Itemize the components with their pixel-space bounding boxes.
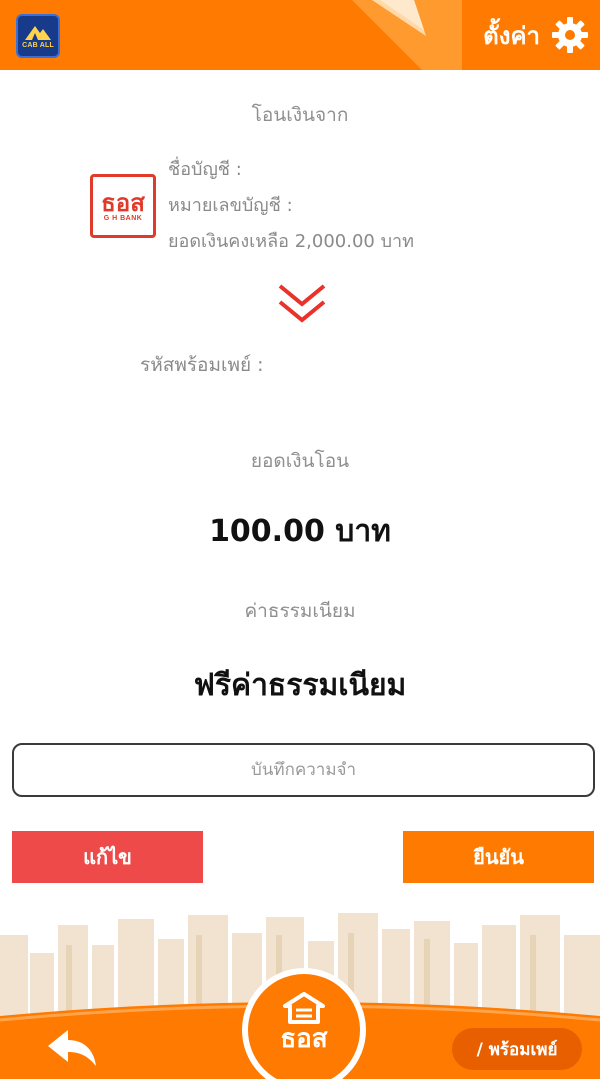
settings-label: ตั้งค่า <box>483 21 540 50</box>
account-name-label: ชื่อบัญชี : <box>168 159 242 180</box>
transfer-from-title: โอนเงินจาก <box>251 104 349 126</box>
account-details: ชื่อบัญชี : หมายเลขบัญชี : ยอดเงินคงเหลื… <box>168 152 414 260</box>
page-curl-decoration <box>352 0 462 70</box>
double-chevron-down-icon <box>278 284 326 323</box>
fee-value: ฟรีค่าธรรมเนียม <box>193 668 407 703</box>
amount-label: ยอดเงินโอน <box>250 450 350 472</box>
bank-logo-sub-text: G H BANK <box>103 214 143 222</box>
bank-logo: ธอส G H BANK <box>90 174 156 238</box>
logo-mountain-icon <box>25 26 51 40</box>
confirm-button[interactable]: ยืนยัน <box>403 831 594 883</box>
promptpay-id-label: รหัสพร้อมเพย์ : <box>140 354 264 376</box>
house-icon <box>283 992 325 1024</box>
edit-button[interactable]: แก้ไข <box>12 831 203 883</box>
account-balance: ยอดเงินคงเหลือ 2,000.00 บาท <box>168 231 414 252</box>
settings-button[interactable]: ตั้งค่า <box>483 12 590 58</box>
fee-label: ค่าธรรมเนียม <box>244 600 356 622</box>
promptpay-tab[interactable]: / พร้อมเพย์ <box>452 1028 582 1070</box>
home-logo-text: ธอส <box>280 1024 328 1054</box>
logo-text: CAB ALL <box>22 42 54 49</box>
amount-value: 100.00 บาท <box>209 514 391 549</box>
gear-icon <box>552 17 588 53</box>
app-header: CAB ALL ตั้งค่า <box>0 0 600 70</box>
account-number-label: หมายเลขบัญชี : <box>168 195 293 216</box>
memo-input[interactable] <box>12 743 595 797</box>
back-arrow-icon[interactable] <box>44 1026 100 1070</box>
app-logo-button[interactable]: CAB ALL <box>16 14 60 58</box>
bank-logo-main-text: ธอส <box>101 188 145 217</box>
